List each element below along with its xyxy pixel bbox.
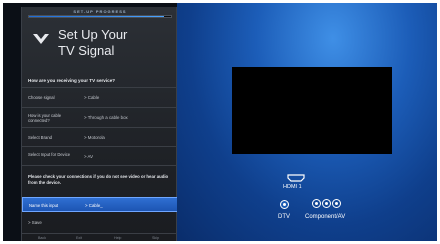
setup-progress-bar — [28, 15, 172, 18]
back-hint[interactable]: Back — [38, 236, 46, 240]
component-ports-icon — [312, 199, 341, 209]
row-value: > Motorola — [84, 135, 105, 140]
bottom-hint-bar: Back Exit Help Skip — [22, 233, 178, 241]
progress-fill — [29, 16, 164, 17]
setup-panel: SET-UP PROGRESS Set Up Your TV Signal Ho… — [21, 7, 178, 241]
row-select-brand[interactable]: Select Brand > Motorola — [22, 127, 178, 146]
connection-notice: Please check your connections if you do … — [28, 174, 169, 185]
settings-list: Choose signal > Cable How is your cable … — [22, 87, 178, 166]
row-label: How is your cable connected? — [28, 113, 62, 123]
row-label: Choose signal — [28, 95, 55, 100]
row-value: > Through a cable box — [84, 115, 128, 120]
dtv-label: DTV — [278, 214, 290, 220]
row-label: Select Brand — [28, 135, 52, 140]
input-preview-stage: HDMI 1 DTV Component/AV — [177, 3, 437, 241]
video-preview — [232, 67, 392, 154]
row-select-input[interactable]: Select Input for Device > AV — [22, 146, 178, 166]
title-line-1: Set Up Your — [58, 27, 128, 42]
name-input-label: Name this input — [29, 203, 59, 208]
dtv-port-icon — [280, 200, 289, 209]
skip-hint[interactable]: Skip — [152, 236, 159, 240]
save-button[interactable]: > Save — [28, 220, 42, 225]
row-label: Select Input for Device — [28, 152, 71, 157]
row-value: > Cable — [84, 95, 100, 100]
row-cable-connection[interactable]: How is your cable connected? > Through a… — [22, 107, 178, 127]
exit-hint[interactable]: Exit — [76, 236, 82, 240]
name-input-row[interactable]: Name this input > Cable_ — [22, 197, 178, 212]
title-line-2: TV Signal — [58, 43, 115, 58]
hdmi-port-icon — [287, 174, 305, 182]
hdmi-label: HDMI 1 — [283, 184, 302, 190]
row-value: > AV — [84, 154, 94, 159]
vizio-v-logo-icon — [33, 34, 49, 44]
component-label: Component/AV — [305, 214, 346, 220]
row-choose-signal[interactable]: Choose signal > Cable — [22, 87, 178, 107]
tv-screen: SET-UP PROGRESS Set Up Your TV Signal Ho… — [3, 3, 437, 241]
name-input-field[interactable]: > Cable_ — [85, 203, 103, 208]
page-title: Set Up Your TV Signal — [58, 27, 127, 59]
question-heading: How are you receiving your TV service? — [28, 78, 116, 83]
progress-label: SET-UP PROGRESS — [73, 9, 127, 14]
help-hint[interactable]: Help — [114, 236, 121, 240]
